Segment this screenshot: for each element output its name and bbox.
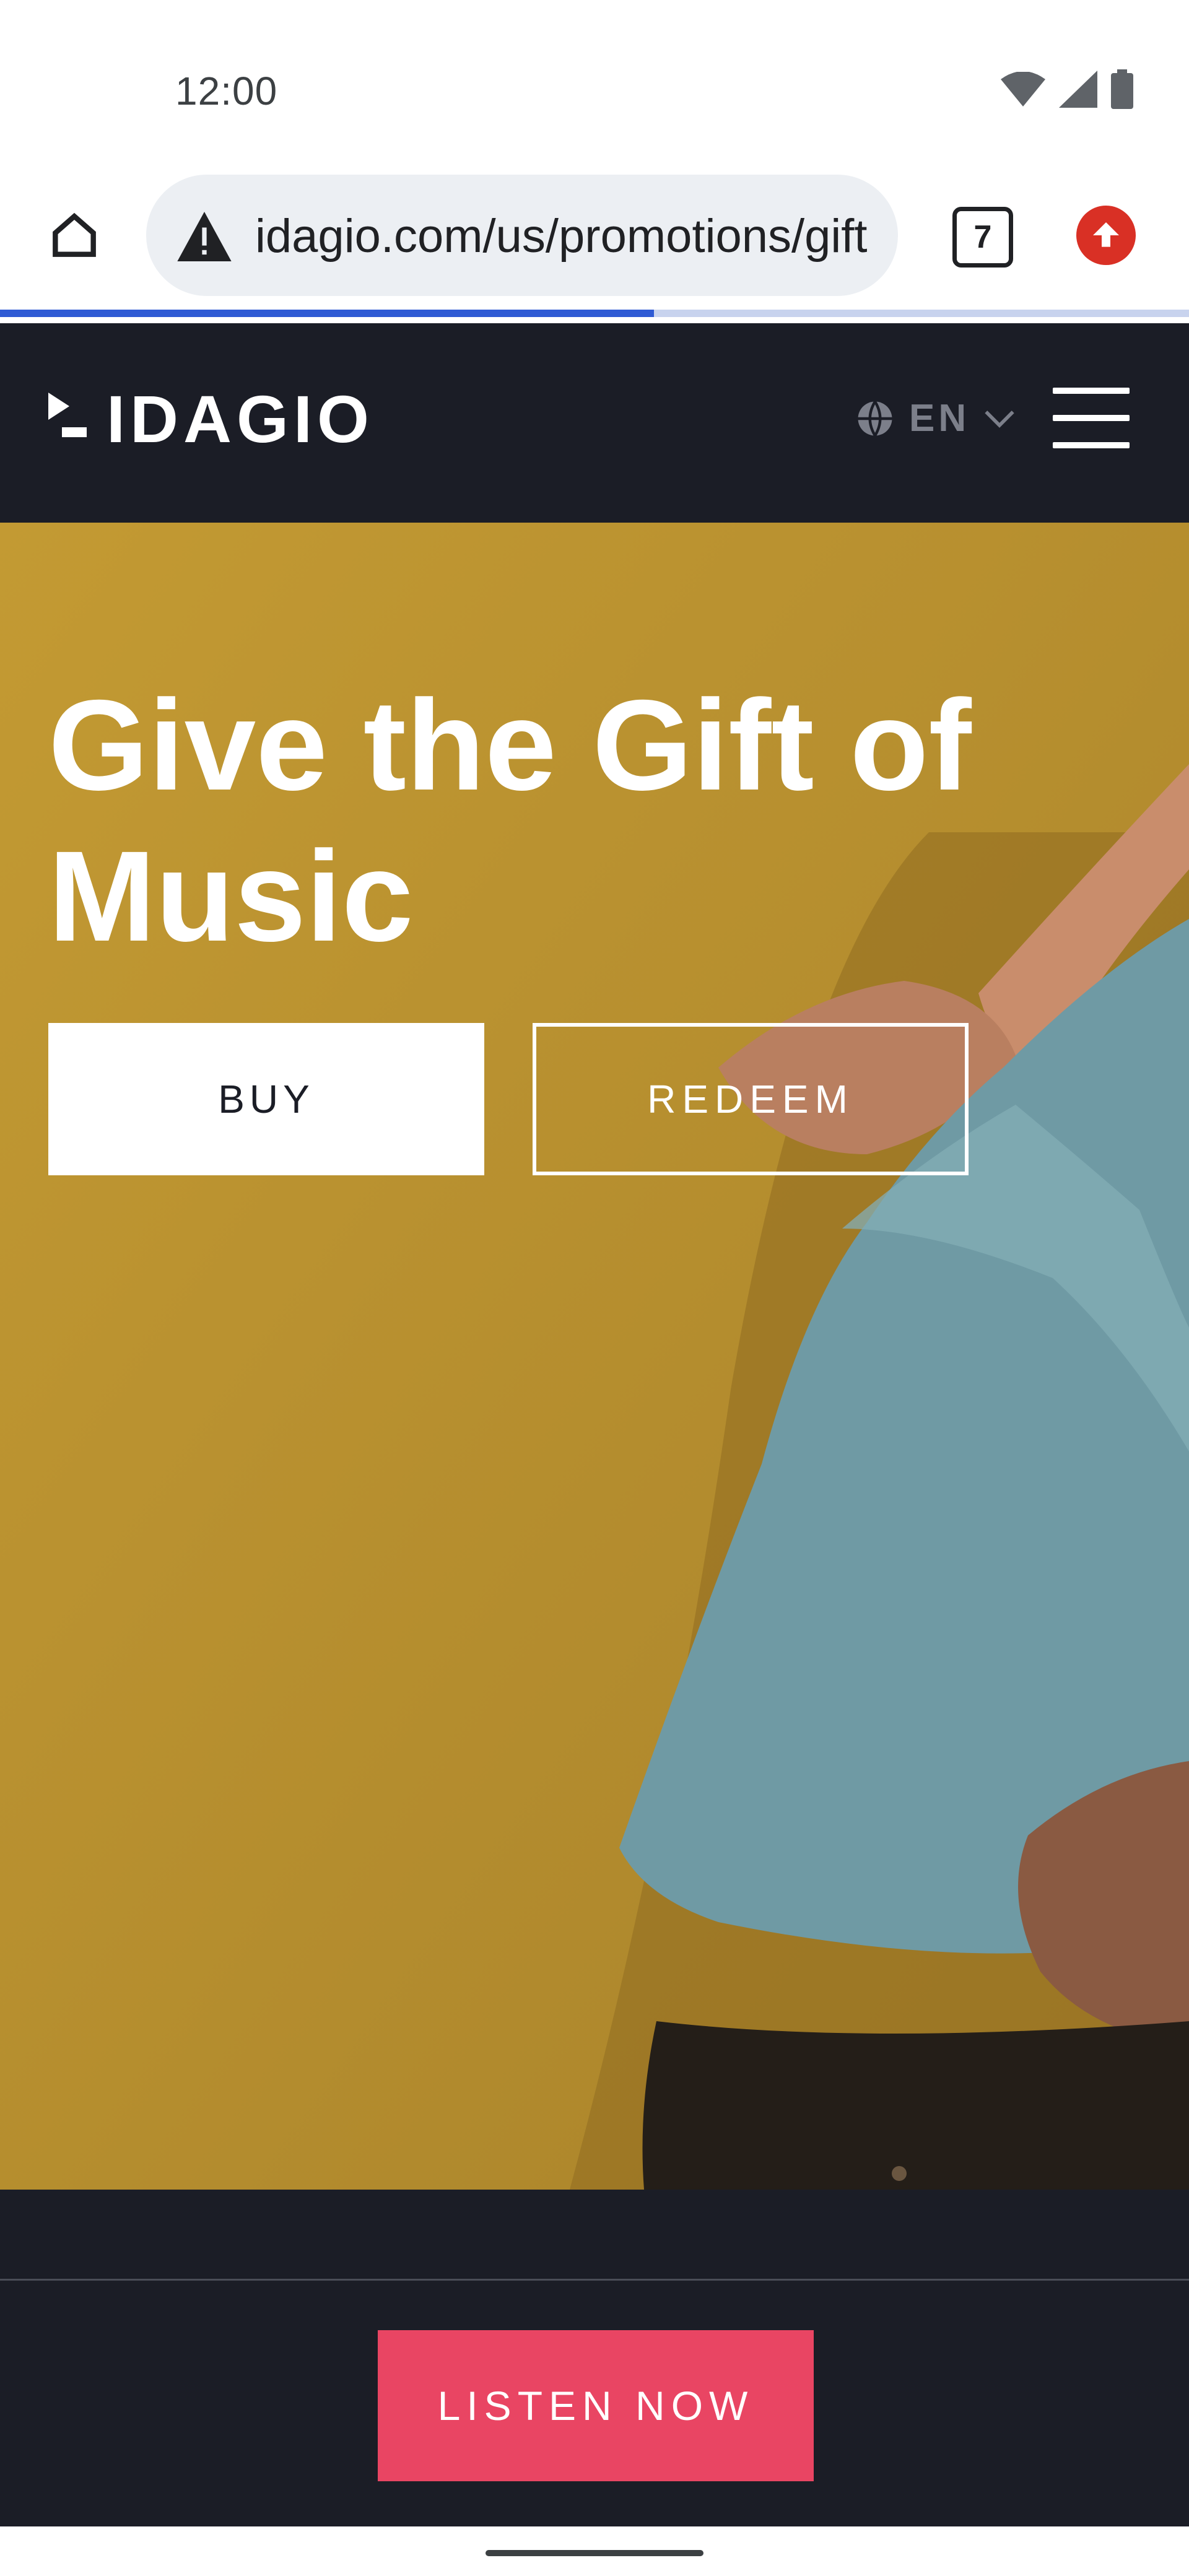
sticky-cta-bar: LISTEN NOW — [0, 2281, 1189, 2526]
language-selector[interactable]: EN — [855, 396, 1016, 440]
battery-icon — [1111, 69, 1133, 109]
signal-icon — [1059, 71, 1097, 108]
address-bar[interactable]: idagio.com/us/promotions/gift — [146, 175, 898, 296]
tab-switcher-button[interactable]: 7 — [952, 207, 1013, 268]
system-navigation-bar — [0, 2526, 1189, 2576]
update-arrow-icon — [1093, 222, 1119, 247]
wifi-icon — [1001, 72, 1045, 107]
tab-count: 7 — [952, 207, 1013, 268]
logo-play-icon[interactable] — [48, 393, 87, 437]
browser-toolbar: idagio.com/us/promotions/gift 7 — [0, 167, 1189, 310]
update-button[interactable] — [1076, 206, 1136, 265]
redeem-button[interactable]: REDEEM — [533, 1023, 969, 1175]
home-button[interactable] — [43, 204, 105, 266]
home-icon — [53, 212, 96, 257]
status-bar: 12:00 — [0, 0, 1189, 167]
globe-icon — [858, 400, 892, 437]
hamburger-menu-icon[interactable] — [1053, 388, 1130, 450]
status-icons — [1001, 69, 1133, 109]
hero-banner: Give the Gift of Music BUY REDEEM — [0, 523, 1189, 2190]
status-time: 12:00 — [175, 69, 278, 113]
url-text[interactable]: idagio.com/us/promotions/gift — [255, 209, 867, 263]
site-header: IDAGIO EN — [0, 323, 1189, 523]
buy-button[interactable]: BUY — [48, 1023, 484, 1175]
hero-title: Give the Gift of Music — [48, 674, 972, 968]
site-logo[interactable]: IDAGIO — [107, 380, 374, 458]
section-spacer — [0, 2190, 1189, 2279]
page-load-progress-fill — [0, 310, 654, 317]
page-load-progress — [0, 310, 1189, 317]
chevron-down-icon — [985, 410, 1014, 428]
gesture-handle[interactable] — [486, 2550, 703, 2556]
listen-now-button[interactable]: LISTEN NOW — [378, 2330, 814, 2481]
language-code: EN — [909, 397, 970, 440]
warning-icon[interactable] — [177, 212, 232, 261]
